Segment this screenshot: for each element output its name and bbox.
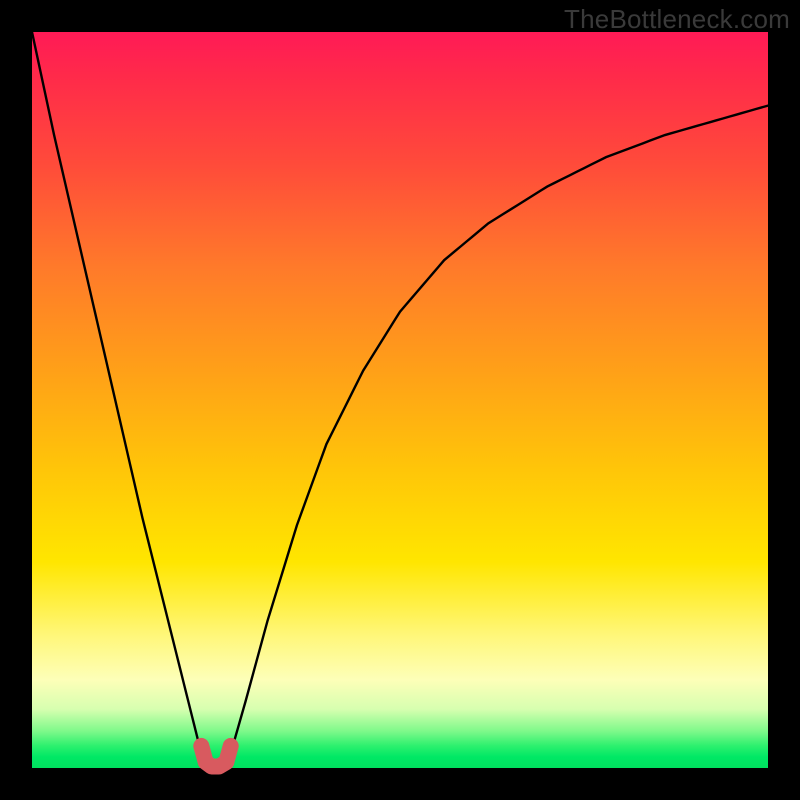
chart-svg — [32, 32, 768, 768]
bottleneck-curve-path — [32, 32, 768, 768]
chart-plot-area — [32, 32, 768, 768]
watermark-text: TheBottleneck.com — [564, 4, 790, 35]
optimal-range-path — [201, 746, 230, 767]
chart-frame: TheBottleneck.com — [0, 0, 800, 800]
